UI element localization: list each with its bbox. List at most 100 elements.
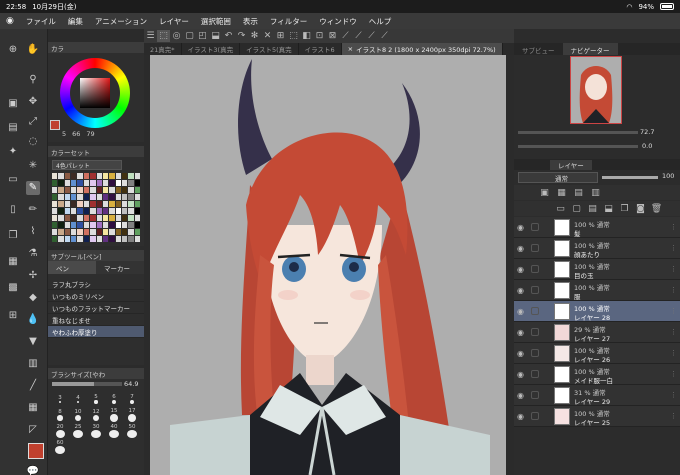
fill-icon[interactable]: ▼ [26,335,40,349]
deselect-icon[interactable]: ⬚ [287,30,300,42]
color-swatch[interactable] [128,229,134,235]
ruler-tool-icon[interactable]: ◸ [26,423,40,437]
palette-dropdown[interactable]: 4色パレット [52,160,122,170]
eye-icon[interactable]: ◉ [517,244,527,253]
drawing-canvas[interactable] [150,55,506,475]
color-swatch[interactable] [96,173,102,179]
color-swatch[interactable] [52,229,58,235]
tab-doc-3[interactable]: イラスト5(真完 [240,43,299,55]
color-swatch[interactable] [134,222,140,228]
current-color-swatch[interactable] [50,120,60,130]
drag-handle-icon[interactable]: ⋮ [670,391,677,399]
color-swatch[interactable] [109,215,115,221]
tab-doc-1[interactable]: 21真完* [144,43,182,55]
undo-icon[interactable]: ↶ [222,30,235,42]
color-swatch[interactable] [83,201,90,207]
new-layer-icon[interactable]: ▭ [554,203,567,215]
color-swatch[interactable] [121,236,128,242]
color-swatch[interactable] [102,229,109,235]
layer-row[interactable]: ◉ 100 % 通常 レイヤー 28 ⋮ [514,301,680,322]
color-swatch[interactable] [77,236,83,242]
brush-size-option[interactable]: 30 [88,424,104,438]
ruler-snap-icon[interactable]: ⊡ [313,30,326,42]
tab-layer[interactable]: レイヤー [550,159,592,170]
color-swatch[interactable] [134,215,140,221]
grid-icon[interactable]: ▩ [6,281,20,295]
color-swatch[interactable] [90,180,96,186]
layer-lock-icon[interactable] [531,349,539,357]
new-icon[interactable]: ▢ [183,30,196,42]
brush-size-slider[interactable] [52,382,122,386]
eye-icon[interactable]: ◉ [517,265,527,274]
color-swatch[interactable] [115,222,121,228]
color-swatch[interactable] [64,222,71,228]
zoom-slider[interactable] [518,131,638,134]
brush-size-option[interactable]: 7 [124,392,140,406]
stroke-icon-1[interactable]: ⟋ [339,30,352,42]
color-swatch[interactable] [90,215,96,221]
color-swatch[interactable] [121,173,128,179]
color-swatch[interactable] [58,187,64,193]
airbrush-icon[interactable]: ⚗ [26,247,40,261]
drag-handle-icon[interactable]: ⋮ [670,412,677,420]
color-swatch[interactable] [64,215,71,221]
color-swatch[interactable] [134,180,140,186]
color-swatch[interactable] [102,222,109,228]
brush-size-option[interactable]: 4 [70,392,86,406]
layer-lock-icon[interactable] [531,265,539,273]
color-swatch[interactable] [121,194,128,200]
brush-icon[interactable]: ⌇ [26,225,40,239]
new-folder-icon[interactable]: ▤ [586,203,599,215]
figure-icon[interactable]: ╱ [26,379,40,393]
color-swatch[interactable] [64,201,71,207]
color-swatch[interactable] [52,201,58,207]
color-swatch[interactable] [128,194,134,200]
eye-icon[interactable]: ◉ [517,223,527,232]
color-swatch[interactable] [109,222,115,228]
layer-lock-icon[interactable] [531,370,539,378]
color-swatch[interactable] [102,180,109,186]
wand-icon[interactable]: ✦ [6,145,20,159]
eyedropper-icon[interactable]: ⚲ [26,73,40,87]
stroke-icon-3[interactable]: ⟋ [365,30,378,42]
drag-handle-icon[interactable]: ⋮ [670,370,677,378]
eraser-icon[interactable]: ◆ [26,291,40,305]
app-icon[interactable]: ◉ [0,16,20,26]
brush-size-option[interactable]: 5 [88,392,104,406]
color-swatch[interactable] [77,194,83,200]
tab-doc-2[interactable]: イラスト3(真完 [182,43,241,55]
color-swatch[interactable] [109,201,115,207]
color-swatch[interactable] [64,180,71,186]
color-swatch[interactable] [58,180,64,186]
layer-row[interactable]: ◉ 100 % 通常髪 ⋮ [514,217,680,238]
color-swatch[interactable] [52,194,58,200]
color-swatch[interactable] [134,208,140,214]
ref-icon[interactable]: ▤ [572,187,585,199]
color-swatch[interactable] [58,236,64,242]
color-swatch[interactable] [58,222,64,228]
layer-row[interactable]: ◉ 100 % 通常服 ⋮ [514,280,680,301]
pencil-icon[interactable]: ✏ [26,203,40,217]
selection-icon[interactable]: ▭ [6,173,20,187]
zoom-icon[interactable]: ⊕ [6,43,20,57]
main-color-swatch[interactable] [28,443,44,459]
color-swatch[interactable] [128,208,134,214]
crop-icon[interactable]: ⊞ [274,30,287,42]
color-swatch[interactable] [90,222,96,228]
color-swatch[interactable] [102,236,109,242]
document-icon[interactable]: ▯ [6,203,20,217]
color-swatch[interactable] [109,180,115,186]
color-swatch[interactable] [96,222,102,228]
eye-icon[interactable]: ◉ [517,391,527,400]
layer-row[interactable]: ◉ 100 % 通常 顔あたり ⋮ [514,238,680,259]
color-swatch[interactable] [90,201,96,207]
color-swatch[interactable] [77,180,83,186]
drag-handle-icon[interactable]: ⋮ [670,265,677,273]
color-swatch[interactable] [90,236,96,242]
color-swatch[interactable] [71,187,77,193]
drag-handle-icon[interactable]: ⋮ [670,349,677,357]
menu-edit[interactable]: 編集 [62,16,89,27]
color-swatch[interactable] [115,187,121,193]
drag-handle-icon[interactable]: ⋮ [670,223,677,231]
color-swatch[interactable] [102,208,109,214]
